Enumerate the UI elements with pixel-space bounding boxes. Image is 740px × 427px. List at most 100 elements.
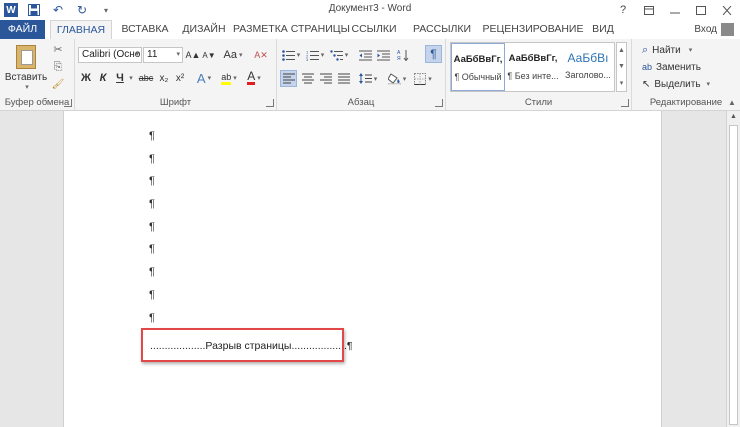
font-launcher-icon[interactable] — [266, 99, 274, 107]
subscript-button[interactable]: x₂ — [157, 70, 171, 86]
paragraph-mark: ¶ — [149, 243, 155, 255]
avatar — [721, 23, 734, 36]
document-page[interactable]: ¶ ¶ ¶ ¶ ¶ ¶ ¶ ¶ ¶ ...................Раз… — [63, 111, 662, 427]
align-right-button[interactable] — [317, 70, 334, 87]
sort-button[interactable]: AЯ — [395, 47, 411, 63]
borders-button[interactable]: ▾ — [411, 70, 435, 87]
maximize-button[interactable] — [688, 0, 714, 20]
document-area: ¶ ¶ ¶ ¶ ¶ ¶ ¶ ¶ ¶ ...................Раз… — [0, 111, 726, 427]
tab-insert[interactable]: ВСТАВКА — [114, 20, 176, 39]
minimize-button[interactable] — [662, 0, 688, 20]
style-name: Заголово... — [565, 70, 611, 80]
increase-indent-button[interactable] — [375, 47, 391, 63]
select-button[interactable]: ↖ Выделить ▾ — [642, 77, 710, 91]
chevron-down-icon: ▾ — [296, 52, 301, 59]
paragraph-mark: ¶ — [149, 289, 155, 301]
underline-button[interactable]: Ч — [113, 70, 127, 86]
show-formatting-marks-button[interactable]: ¶ — [425, 45, 442, 63]
styles-gallery-scroll: ▲ ▼ ▾ — [616, 42, 627, 92]
clipboard-launcher-icon[interactable] — [64, 99, 72, 107]
style-name: ¶ Обычный — [454, 72, 502, 82]
chevron-down-icon: ▾ — [257, 75, 261, 82]
tab-review[interactable]: РЕЦЕНЗИРОВАНИЕ — [480, 20, 586, 39]
bullets-button[interactable]: ▾ — [280, 47, 302, 63]
font-family-select[interactable]: Calibri (Осно ▾ — [78, 47, 142, 63]
tab-design[interactable]: ДИЗАЙН — [176, 20, 232, 39]
change-case-label: Aa — [223, 49, 237, 61]
clear-formatting-button[interactable]: A✕ — [253, 47, 269, 63]
font-color-button[interactable]: A ▾ — [243, 70, 265, 86]
underline-dropdown-icon[interactable]: ▾ — [127, 70, 135, 86]
gallery-up-icon[interactable]: ▲ — [618, 47, 625, 54]
paragraph-mark: ¶ — [149, 312, 155, 324]
chevron-down-icon: ▾ — [176, 51, 180, 58]
decrease-indent-button[interactable] — [357, 47, 373, 63]
styles-group-label: Стили — [524, 97, 553, 108]
chevron-down-icon: ▾ — [706, 81, 711, 88]
chevron-down-icon: ▾ — [320, 52, 325, 59]
multilevel-list-button[interactable]: ▾ — [328, 47, 350, 63]
sign-in-link[interactable]: Вход — [694, 20, 734, 39]
paragraph-group: ▾ 1 2 3 ▾ ▾ AЯ ¶ ▾ ▾ ▾ Абзац — [277, 39, 446, 110]
font-color-icon: A — [247, 69, 256, 85]
numbering-button[interactable]: 1 2 3 ▾ — [304, 47, 326, 63]
find-icon: ⌕ — [642, 43, 649, 56]
window-controls: ? — [610, 0, 740, 20]
borders-icon — [414, 72, 427, 85]
italic-button[interactable]: К — [96, 70, 110, 86]
help-button[interactable]: ? — [610, 0, 636, 20]
paste-button[interactable]: Вставить ▾ — [5, 43, 47, 93]
tab-file[interactable]: ФАЙЛ — [0, 20, 45, 39]
cut-icon[interactable]: ✂ — [50, 42, 66, 56]
chevron-down-icon: ▾ — [402, 75, 407, 83]
replace-button[interactable]: ab Заменить — [642, 60, 701, 74]
ribbon-display-button[interactable] — [636, 0, 662, 20]
format-painter-icon[interactable]: 🖌 — [50, 77, 66, 91]
grow-font-button[interactable]: A▲ — [186, 47, 201, 63]
shrink-font-button[interactable]: A▼ — [202, 47, 216, 63]
find-button[interactable]: ⌕ Найти ▾ — [642, 43, 692, 57]
highlight-color-button[interactable]: ab ▾ — [218, 70, 240, 86]
line-spacing-button[interactable]: ▾ — [357, 70, 379, 87]
style-item-normal[interactable]: АаБбВвГг, ¶ Обычный — [451, 43, 505, 91]
align-left-button[interactable] — [280, 70, 297, 87]
tab-view[interactable]: ВИД — [585, 20, 621, 39]
tab-references[interactable]: ССЫЛКИ — [346, 20, 402, 39]
shading-button[interactable]: ▾ — [385, 70, 409, 87]
justify-button[interactable] — [335, 70, 352, 87]
close-button[interactable] — [714, 0, 740, 20]
line-spacing-icon — [358, 73, 372, 84]
strikethrough-button[interactable]: abc — [137, 70, 155, 86]
superscript-button[interactable]: x² — [173, 70, 187, 86]
change-case-button[interactable]: Aa ▾ — [223, 47, 243, 63]
copy-icon[interactable]: ⎘ — [50, 60, 66, 74]
chevron-down-icon: ▾ — [373, 75, 378, 83]
style-preview: АаБбВı — [567, 51, 609, 65]
style-item-heading[interactable]: АаБбВı Заголово... — [561, 43, 615, 91]
align-center-button[interactable] — [299, 70, 316, 87]
scroll-up-icon[interactable]: ▲ — [727, 113, 740, 123]
tab-mailings[interactable]: РАССЫЛКИ — [405, 20, 479, 39]
paragraph-launcher-icon[interactable] — [435, 99, 443, 107]
gallery-down-icon[interactable]: ▼ — [618, 63, 625, 70]
font-group: Calibri (Осно ▾ 11 ▾ A▲ A▼ Aa ▾ A✕ Ж К Ч … — [75, 39, 277, 110]
style-preview: АаБбВвГг, — [508, 53, 558, 64]
text-effects-button[interactable]: A ▾ — [194, 70, 214, 86]
style-item-no-spacing[interactable]: АаБбВвГг, ¶ Без инте... — [506, 43, 560, 91]
tab-page-layout[interactable]: РАЗМЕТКА СТРАНИЦЫ — [233, 20, 350, 39]
find-label: Найти — [652, 44, 681, 56]
bold-button[interactable]: Ж — [79, 70, 93, 86]
font-size-select[interactable]: 11 ▾ — [143, 47, 183, 63]
scroll-thumb[interactable] — [729, 125, 738, 425]
chevron-down-icon: ▾ — [207, 75, 212, 82]
svg-text:3: 3 — [306, 57, 309, 61]
multilevel-list-icon — [330, 49, 343, 61]
shading-icon — [387, 72, 401, 85]
tab-home[interactable]: ГЛАВНАЯ — [50, 20, 112, 40]
styles-launcher-icon[interactable] — [621, 99, 629, 107]
decrease-indent-icon — [358, 50, 372, 60]
gallery-more-icon[interactable]: ▾ — [620, 79, 624, 87]
vertical-scrollbar[interactable]: ▲ — [726, 111, 740, 427]
text-effects-icon: A — [196, 70, 206, 86]
collapse-ribbon-icon[interactable]: ▲ — [726, 96, 738, 108]
